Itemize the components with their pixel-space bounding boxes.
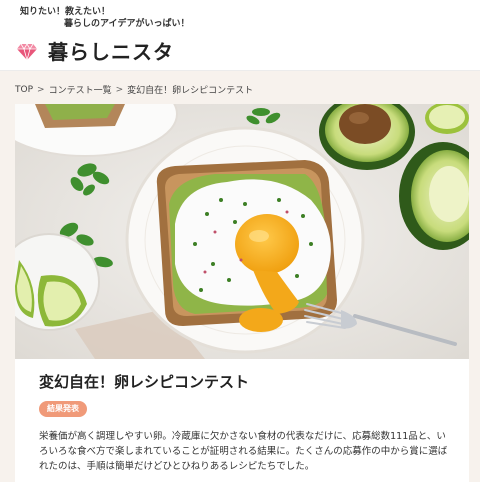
breadcrumb-separator: > [37, 84, 45, 95]
tagline-line-1: 知りたい！教えたい！ [20, 7, 111, 17]
breadcrumb-separator: > [115, 84, 124, 95]
tagline-line-2: 暮らしのアイデアがいっぱい！ [64, 19, 190, 29]
contest-card: 変幻自在！卵レシピコンテスト 結果発表 栄養価が高く調理しやすい卵。冷蔵庫に欠か… [15, 359, 469, 482]
site-logo[interactable]: 暮らしニスタ [16, 36, 174, 65]
status-badge: 結果発表 [39, 401, 87, 417]
contest-title: 変幻自在！卵レシピコンテスト [39, 373, 250, 391]
logo-text: 暮らしニスタ [48, 40, 174, 64]
egg-toast-photo [15, 104, 469, 359]
breadcrumb-item-current: 変幻自在！卵レシピコンテスト [127, 86, 254, 96]
breadcrumb-item-contest-list[interactable]: コンテスト一覧 [49, 83, 112, 96]
main-content: TOP > コンテスト一覧 > 変幻自在！卵レシピコンテスト 変幻自在！卵レシピ… [0, 71, 480, 482]
site-tagline: 知りたい！教えたい！ 暮らしのアイデアがいっぱい！ [20, 6, 190, 30]
breadcrumb-item-top[interactable]: TOP [15, 85, 33, 95]
site-header: 知りたい！教えたい！ 暮らしのアイデアがいっぱい！ 暮らしニスタ [0, 0, 480, 70]
diamond-icon [17, 42, 37, 62]
contest-description: 栄養価が高く調理しやすい卵。冷蔵庫に欠かさない食材の代表なだけに、応募総数111… [39, 431, 448, 472]
breadcrumb: TOP > コンテスト一覧 > 変幻自在！卵レシピコンテスト [15, 83, 254, 97]
hero-image [15, 104, 469, 359]
